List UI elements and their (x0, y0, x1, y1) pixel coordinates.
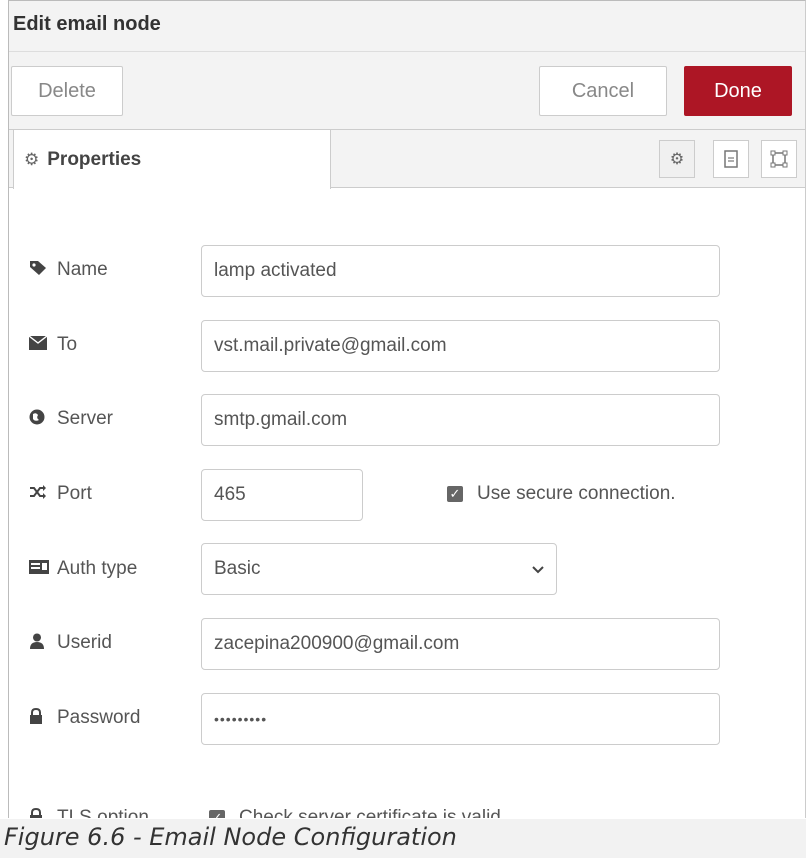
tls-check-checkbox[interactable]: ✓ Check server certificate is valid (209, 803, 501, 818)
userid-input[interactable]: zacepina200900@gmail.com (201, 618, 720, 670)
dialog-button-bar: Delete Cancel Done (9, 52, 805, 130)
tabs-bar: ⚙ Properties ⚙ (9, 130, 805, 189)
tls-option-label: TLS option (29, 803, 149, 818)
id-card-icon (29, 559, 51, 579)
server-input[interactable]: smtp.gmail.com (201, 394, 720, 446)
envelope-icon (28, 334, 51, 355)
tab-properties-label: Properties (47, 148, 142, 170)
secure-connection-checkbox[interactable]: ✓ Use secure connection. (447, 469, 676, 519)
to-label: To (28, 320, 77, 370)
figure-caption: Figure 6.6 - Email Node Configuration (0, 819, 806, 858)
name-label: Name (29, 245, 108, 295)
lock-icon (29, 707, 51, 729)
tab-properties[interactable]: ⚙ Properties (13, 130, 331, 189)
port-input[interactable]: 465 (201, 469, 363, 521)
name-input[interactable]: lamp activated (201, 245, 720, 297)
done-button[interactable]: Done (684, 66, 792, 116)
checkbox-checked-icon: ✓ (209, 810, 225, 818)
edit-node-dialog: Edit email node Delete Cancel Done ⚙ Pro… (8, 0, 806, 818)
appearance-icon[interactable] (761, 140, 797, 178)
server-label: Server (29, 394, 113, 444)
port-label: Port (29, 469, 92, 519)
globe-icon (29, 409, 51, 430)
userid-label: Userid (29, 618, 112, 668)
chevron-down-icon (532, 558, 544, 580)
auth-type-label: Auth type (29, 544, 137, 594)
tag-icon (29, 260, 51, 281)
description-icon[interactable] (713, 140, 749, 178)
gear-icon: ⚙ (24, 149, 40, 169)
user-icon (29, 633, 51, 654)
delete-button[interactable]: Delete (11, 66, 123, 116)
checkbox-checked-icon: ✓ (447, 486, 463, 502)
password-label: Password (29, 693, 140, 743)
cancel-button[interactable]: Cancel (539, 66, 667, 116)
auth-type-select[interactable]: Basic (201, 543, 557, 595)
node-settings-icon[interactable]: ⚙ (659, 140, 695, 178)
lock-icon (29, 807, 51, 818)
random-icon (29, 484, 51, 504)
to-input[interactable]: vst.mail.private@gmail.com (201, 320, 720, 372)
dialog-title: Edit email node (9, 1, 805, 52)
password-input[interactable]: ••••••••• (201, 693, 720, 745)
